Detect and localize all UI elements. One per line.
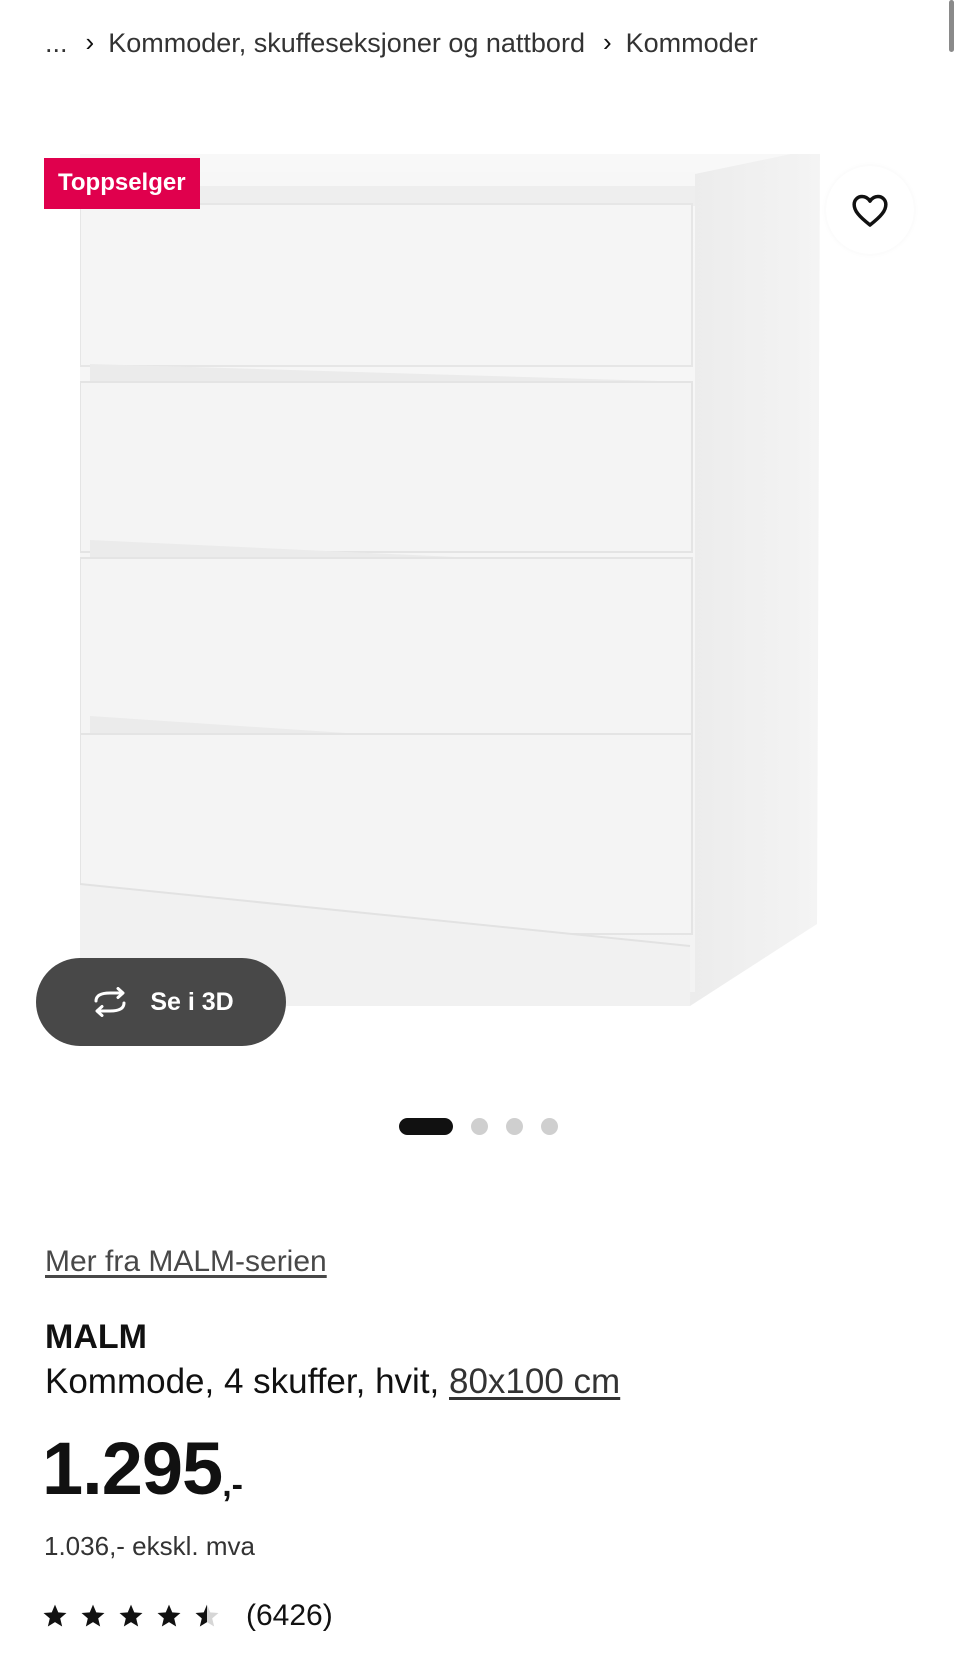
star-icon bbox=[43, 1604, 67, 1627]
carousel-dot[interactable] bbox=[541, 1118, 558, 1135]
scrollbar[interactable] bbox=[949, 0, 954, 52]
size-link[interactable]: 80x100 cm bbox=[449, 1362, 620, 1401]
carousel-dot[interactable] bbox=[399, 1118, 453, 1135]
series-link[interactable]: Mer fra MALM-serien bbox=[45, 1245, 327, 1279]
price-suffix: ,- bbox=[222, 1466, 243, 1504]
favorite-button[interactable] bbox=[826, 166, 914, 254]
product-description: Kommode, 4 skuffer, hvit, 80x100 cm bbox=[45, 1362, 620, 1402]
view-in-3d-label: Se i 3D bbox=[150, 987, 234, 1016]
breadcrumb: ... › Kommoder, skuffeseksjoner og nattb… bbox=[45, 27, 758, 59]
rating-count[interactable]: (6426) bbox=[246, 1599, 333, 1633]
star-icon bbox=[119, 1604, 143, 1627]
breadcrumb-item-current[interactable]: Kommoder bbox=[626, 28, 758, 59]
carousel-dot[interactable] bbox=[471, 1118, 488, 1135]
carousel-dot[interactable] bbox=[506, 1118, 523, 1135]
rotate-3d-icon bbox=[88, 987, 132, 1017]
chevron-right-icon: › bbox=[602, 27, 612, 57]
star-icon bbox=[81, 1604, 105, 1627]
breadcrumb-ellipsis[interactable]: ... bbox=[45, 28, 68, 59]
product-description-text: Kommode, 4 skuffer, hvit, bbox=[45, 1362, 440, 1401]
top-seller-badge: Toppselger bbox=[44, 158, 200, 209]
half-star-icon bbox=[195, 1604, 219, 1627]
heart-icon bbox=[852, 194, 888, 227]
rating[interactable]: (6426) bbox=[42, 1599, 333, 1633]
price-integer: 1.295 bbox=[42, 1427, 223, 1510]
product-price: 1.295 ,- bbox=[42, 1432, 243, 1506]
breadcrumb-item-category[interactable]: Kommoder, skuffeseksjoner og nattbord bbox=[108, 28, 585, 59]
product-name: MALM bbox=[45, 1318, 147, 1356]
price-ex-vat: 1.036,- ekskl. mva bbox=[44, 1531, 255, 1561]
chevron-right-icon: › bbox=[85, 27, 95, 57]
product-image bbox=[80, 154, 820, 1006]
star-icon bbox=[157, 1604, 181, 1627]
view-in-3d-button[interactable]: Se i 3D bbox=[36, 958, 286, 1046]
product-image-carousel[interactable]: Toppselger Se i 3D bbox=[0, 110, 960, 1100]
rating-stars bbox=[42, 1603, 232, 1629]
carousel-indicator bbox=[399, 1118, 576, 1135]
